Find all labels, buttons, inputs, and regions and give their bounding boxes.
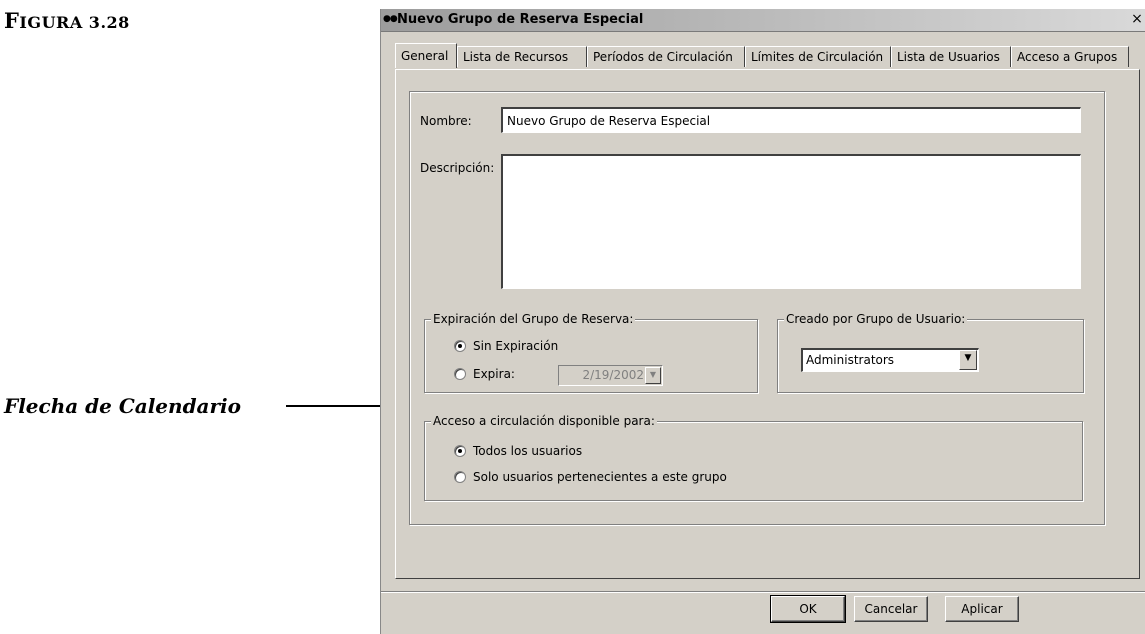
close-icon[interactable]: ×	[1130, 11, 1144, 27]
cancel-button[interactable]: Cancelar	[854, 596, 928, 622]
figure-label: FIGURA 3.28	[4, 8, 130, 33]
button-separator	[381, 591, 1145, 593]
tab-lista-recursos[interactable]: Lista de Recursos	[457, 46, 587, 67]
radio-solo-grupo-label: Solo usuarios pertenecientes a este grup…	[473, 470, 727, 484]
radio-todos-usuarios[interactable]	[454, 445, 466, 457]
radio-sin-expiracion-label: Sin Expiración	[473, 339, 559, 353]
description-field[interactable]	[501, 154, 1081, 289]
tab-periodos-circulacion[interactable]: Períodos de Circulación	[587, 46, 745, 67]
expiration-legend: Expiración del Grupo de Reserva:	[431, 312, 636, 326]
radio-todos-usuarios-label: Todos los usuarios	[473, 444, 583, 458]
title-bar[interactable]: ●● Nuevo Grupo de Reserva Especial ×	[381, 9, 1145, 32]
radio-expira-label: Expira:	[473, 367, 515, 381]
name-field[interactable]	[501, 107, 1081, 133]
tab-general[interactable]: General	[395, 43, 457, 68]
dialog-window: ●● Nuevo Grupo de Reserva Especial × Gen…	[380, 9, 1145, 634]
callout-text: Flecha de Calendario	[4, 394, 241, 418]
access-legend: Acceso a circulación disponible para:	[431, 414, 657, 428]
tab-lista-usuarios[interactable]: Lista de Usuarios	[891, 46, 1011, 67]
window-title: Nuevo Grupo de Reserva Especial	[397, 12, 644, 27]
tab-limites-circulacion[interactable]: Límites de Circulación	[745, 46, 891, 67]
radio-sin-expiracion[interactable]	[454, 340, 466, 352]
ok-button[interactable]: OK	[770, 595, 846, 623]
chevron-down-icon[interactable]: ▼	[959, 350, 977, 370]
title-icon: ●●	[383, 14, 398, 24]
access-group: Acceso a circulación disponible para:	[424, 414, 1083, 501]
tab-acceso-grupos[interactable]: Acceso a Grupos	[1011, 46, 1129, 67]
chevron-down-icon[interactable]: ▼	[645, 367, 661, 384]
radio-solo-grupo[interactable]	[454, 471, 466, 483]
name-label: Nombre:	[420, 114, 472, 128]
created-by-legend: Creado por Grupo de Usuario:	[784, 312, 968, 326]
description-label: Descripción:	[420, 161, 495, 175]
radio-expira[interactable]	[454, 368, 466, 380]
user-group-select[interactable]: Administrators	[801, 348, 979, 372]
apply-button[interactable]: Aplicar	[945, 596, 1019, 622]
